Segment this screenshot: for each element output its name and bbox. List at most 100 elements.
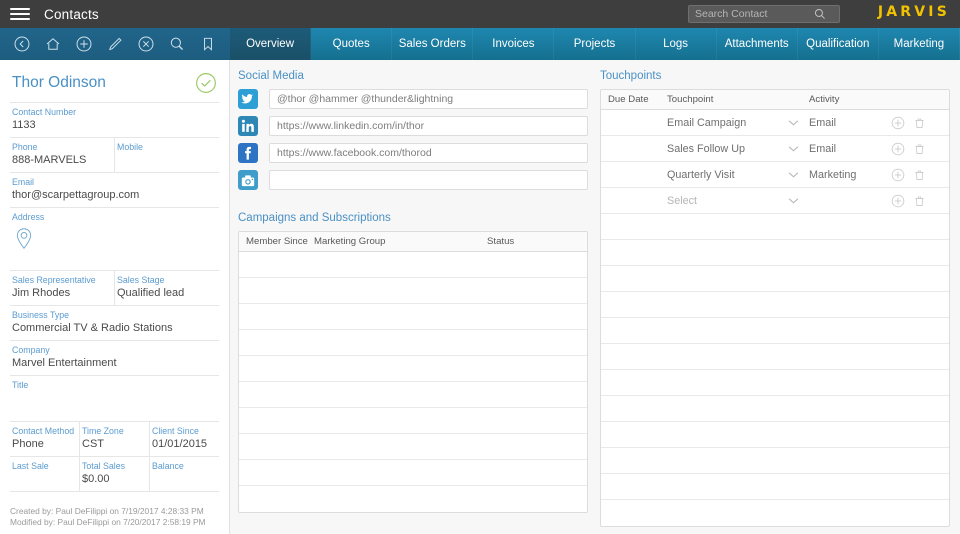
back-icon[interactable] [13,35,31,53]
contact-sidebar: Thor Odinson Contact Number 1133 Phone 8… [0,60,230,534]
facebook-input[interactable] [269,143,588,163]
field-last-sale[interactable]: Last Sale [10,457,79,491]
touchpoint-row-empty[interactable] [601,344,949,370]
field-sales-stage[interactable]: Sales Stage Qualified lead [114,271,219,305]
field-title[interactable]: Title [10,376,219,407]
trash-icon[interactable] [913,116,926,130]
campaign-row-empty[interactable] [239,252,587,278]
trash-icon[interactable] [913,168,926,182]
map-pin-icon[interactable] [14,227,34,251]
hamburger-icon[interactable] [10,5,30,23]
field-contact-method[interactable]: Contact Method Phone [10,422,79,456]
campaign-row-empty[interactable] [239,486,587,512]
field-address[interactable]: Address [10,208,219,270]
tab-sales-orders[interactable]: Sales Orders [392,28,474,60]
twitter-icon[interactable] [238,89,258,109]
audit-footer: Created by: Paul DeFilippi on 7/19/2017 … [10,506,206,528]
cell-activity[interactable]: Email [809,117,891,129]
campaign-row-empty[interactable] [239,304,587,330]
field-value: 1133 [12,119,36,131]
bookmark-icon[interactable] [199,35,217,53]
cancel-icon[interactable] [137,35,155,53]
field-time-zone[interactable]: Time Zone CST [79,422,149,456]
touchpoint-row-empty[interactable] [601,474,949,500]
touchpoint-row-empty[interactable] [601,318,949,344]
tab-quotes[interactable]: Quotes [311,28,393,60]
trash-icon[interactable] [913,142,926,156]
campaign-row-empty[interactable] [239,356,587,382]
search-box[interactable] [688,5,840,23]
cell-activity[interactable]: Marketing [809,169,891,181]
chevron-down-icon[interactable] [788,119,799,126]
home-icon[interactable] [44,35,62,53]
field-label: Balance [152,461,184,471]
touchpoint-row[interactable]: Quarterly Visit Marketing [601,162,949,188]
campaign-row-empty[interactable] [239,434,587,460]
campaign-row-empty[interactable] [239,382,587,408]
tab-overview[interactable]: Overview [230,28,312,60]
search-icon[interactable] [813,7,827,21]
twitter-input[interactable] [269,89,588,109]
linkedin-icon[interactable] [238,116,258,136]
tab-invoices[interactable]: Invoices [473,28,555,60]
cell-actions [891,194,949,208]
touchpoint-row-empty[interactable] [601,396,949,422]
linkedin-input[interactable] [269,116,588,136]
field-client-since[interactable]: Client Since 01/01/2015 [149,422,219,456]
trash-icon[interactable] [913,194,926,208]
add-circle-icon[interactable] [891,142,905,156]
touchpoint-row-empty[interactable] [601,500,949,526]
field-email[interactable]: Email thor@scarpettagroup.com [10,173,219,207]
campaign-row-empty[interactable] [239,460,587,486]
touchpoint-row[interactable]: Email Campaign Email [601,110,949,136]
field-row-rep-stage: Sales Representative Jim Rhodes Sales St… [10,270,219,305]
edit-icon[interactable] [106,35,124,53]
cell-activity[interactable]: Email [809,143,891,155]
cell-touchpoint[interactable]: Sales Follow Up [659,143,809,155]
social-row-facebook [238,143,588,163]
facebook-icon[interactable] [238,143,258,163]
campaign-row-empty[interactable] [239,330,587,356]
touchpoint-row-empty[interactable] [601,240,949,266]
field-mobile[interactable]: Mobile [114,138,219,172]
touchpoint-row[interactable]: Sales Follow Up Email [601,136,949,162]
chevron-down-icon[interactable] [788,145,799,152]
sidebar-divider [10,407,219,421]
tab-logs[interactable]: Logs [636,28,717,60]
instagram-icon[interactable] [238,170,258,190]
cell-touchpoint[interactable]: Quarterly Visit [659,169,809,181]
touchpoint-row-empty[interactable] [601,422,949,448]
touchpoint-row-empty[interactable] [601,370,949,396]
touchpoint-row-empty[interactable] [601,214,949,240]
field-contact-number[interactable]: Contact Number 1133 [10,103,219,137]
field-balance[interactable]: Balance [149,457,219,491]
cell-touchpoint[interactable]: Select [659,195,809,207]
touchpoint-row-empty[interactable] [601,266,949,292]
field-total-sales[interactable]: Total Sales $0.00 [79,457,149,491]
search-icon[interactable] [168,35,186,53]
tab-attachments[interactable]: Attachments [717,28,798,60]
touchpoints-row-container: Email Campaign Email Sales Follow Up Email Q… [601,110,949,526]
touchpoint-row-empty[interactable] [601,448,949,474]
chevron-down-icon[interactable] [788,197,799,204]
field-business-type[interactable]: Business Type Commercial TV & Radio Stat… [10,306,219,340]
instagram-input[interactable] [269,170,588,190]
touchpoint-row[interactable]: Select [601,188,949,214]
tab-marketing[interactable]: Marketing [879,28,960,60]
field-label: Company [12,345,50,355]
add-icon[interactable] [75,35,93,53]
search-input[interactable] [689,6,813,22]
tab-projects[interactable]: Projects [554,28,636,60]
campaign-row-empty[interactable] [239,408,587,434]
add-circle-icon[interactable] [891,116,905,130]
cell-touchpoint[interactable]: Email Campaign [659,117,809,129]
touchpoint-row-empty[interactable] [601,292,949,318]
chevron-down-icon[interactable] [788,171,799,178]
field-company[interactable]: Company Marvel Entertainment [10,341,219,375]
campaign-row-empty[interactable] [239,278,587,304]
add-circle-icon[interactable] [891,194,905,208]
add-circle-icon[interactable] [891,168,905,182]
field-phone[interactable]: Phone 888-MARVELS [10,138,114,172]
tab-qualification[interactable]: Qualification [798,28,879,60]
field-sales-representative[interactable]: Sales Representative Jim Rhodes [10,271,114,305]
